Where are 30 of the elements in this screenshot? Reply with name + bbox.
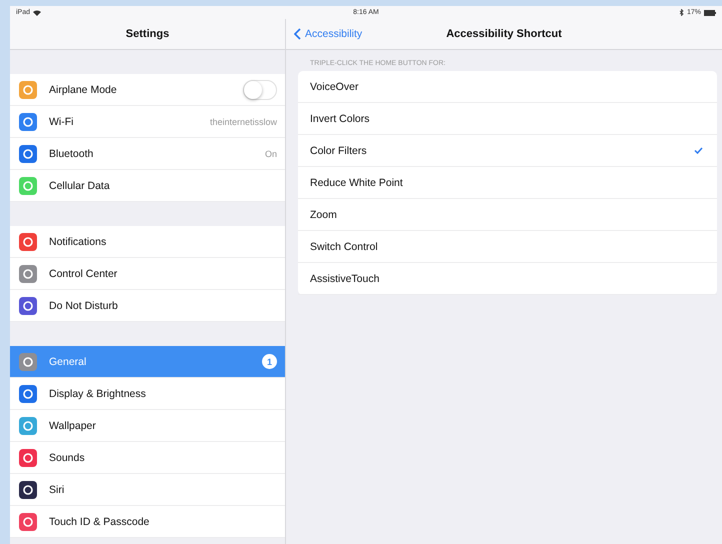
settings-item[interactable]: Display & Brightness xyxy=(10,378,285,410)
settings-item[interactable]: Touch ID & Passcode xyxy=(10,506,285,538)
setting-value: theinternetisslow xyxy=(210,116,277,126)
option-item[interactable]: Switch Control xyxy=(298,231,717,263)
option-item[interactable]: Color Filters xyxy=(298,135,717,167)
toggle-switch[interactable] xyxy=(243,80,277,100)
setting-value: On xyxy=(264,148,277,158)
settings-item[interactable]: Sounds xyxy=(10,442,285,474)
chevron-icon xyxy=(294,28,301,40)
settings-item[interactable]: Wi-Fi theinternetisslow xyxy=(10,106,285,138)
settings-item[interactable]: Siri xyxy=(10,474,285,506)
option-item[interactable]: Reduce White Point xyxy=(298,167,717,199)
option-item[interactable]: Zoom xyxy=(298,199,717,231)
option-item[interactable]: VoiceOver xyxy=(298,71,717,103)
wifi-icon xyxy=(33,10,42,16)
sidebar-title: Settings xyxy=(126,28,170,40)
settings-item[interactable]: Bluetooth On xyxy=(10,138,285,170)
count-badge: 1 xyxy=(262,354,277,369)
settings-item[interactable]: Airplane Mode xyxy=(10,74,285,106)
page-title: Accessibility Shortcut xyxy=(446,28,562,40)
bluetooth-icon xyxy=(678,9,684,16)
back-button[interactable]: Accessibility xyxy=(286,28,370,40)
settings-item[interactable]: Wallpaper xyxy=(10,410,285,442)
battery-icon xyxy=(704,10,716,16)
settings-item[interactable]: Control Center xyxy=(10,258,285,290)
settings-item[interactable]: Cellular Data xyxy=(10,170,285,202)
option-item[interactable]: Invert Colors xyxy=(298,103,717,135)
settings-item[interactable]: Notifications xyxy=(10,226,285,258)
settings-item[interactable]: Do Not Disturb xyxy=(10,290,285,322)
option-item[interactable]: AssistiveTouch xyxy=(298,263,717,295)
